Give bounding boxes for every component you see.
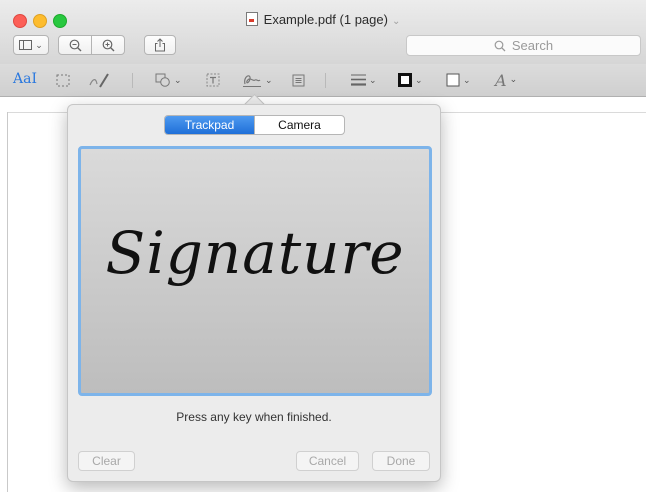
instruction-text: Press any key when finished. [176, 410, 332, 424]
chevron-down-icon: ⌄ [35, 39, 43, 50]
markup-toolbar: AaI ⌄ ⌄ ⌄ ⌄ ⌄ A ⌄ [0, 64, 646, 97]
fill-color-icon [446, 73, 460, 87]
chevron-down-icon: ⌄ [265, 74, 273, 85]
page-left-edge [7, 112, 8, 492]
chevron-down-icon: ⌄ [463, 74, 471, 85]
text-style-tool[interactable]: A ⌄ [495, 70, 518, 90]
signature-drawing-pad[interactable]: Signature [78, 146, 432, 396]
pdf-file-icon [245, 12, 258, 26]
toolbar-divider [132, 73, 133, 88]
window-title: Example.pdf (1 page) [263, 12, 388, 27]
shapes-icon [155, 73, 170, 87]
sidebar-button[interactable]: ⌄ [13, 35, 49, 55]
clear-button[interactable]: Clear [78, 451, 135, 471]
chevron-down-icon: ⌄ [174, 74, 182, 85]
shapes-tool[interactable]: ⌄ [155, 72, 182, 88]
border-color-icon [398, 73, 412, 87]
text-box-icon [206, 73, 220, 87]
chevron-down-icon: ⌄ [391, 16, 401, 27]
zoom-in-icon [102, 39, 114, 51]
chevron-down-icon: ⌄ [509, 75, 518, 85]
sketch-icon [89, 73, 109, 88]
cancel-button[interactable]: Cancel [296, 451, 359, 471]
text-style-icon: A [495, 70, 507, 90]
rect-select-icon [56, 74, 70, 86]
search-icon [494, 40, 506, 51]
note-icon [292, 74, 305, 86]
toolbar-divider [325, 73, 326, 88]
signature-icon [243, 75, 261, 87]
window-title-group[interactable]: Example.pdf (1 page) ⌄ [0, 12, 646, 27]
text-box-tool[interactable] [206, 72, 220, 88]
done-button[interactable]: Done [372, 451, 430, 471]
tab-camera[interactable]: Camera [254, 116, 344, 134]
search-placeholder: Search [511, 38, 554, 53]
signature-text: Signature [105, 219, 405, 287]
signature-tool[interactable]: ⌄ [242, 72, 273, 88]
fill-color-tool[interactable]: ⌄ [446, 72, 471, 88]
zoom-out-button[interactable] [58, 35, 92, 55]
line-style-icon [351, 74, 366, 86]
zoom-in-button[interactable] [91, 35, 125, 55]
tab-trackpad[interactable]: Trackpad [165, 116, 254, 134]
text-selection-tool[interactable]: AaI [13, 71, 37, 87]
zoom-out-icon [69, 39, 81, 51]
capture-mode-tabs: Trackpad Camera [164, 115, 345, 135]
note-tool[interactable] [292, 72, 305, 88]
chevron-down-icon: ⌄ [369, 74, 377, 85]
preview-window: Example.pdf (1 page) ⌄ ⌄ Search AaI ⌄ ⌄ … [0, 0, 646, 492]
search-field[interactable]: Search [406, 35, 641, 56]
signature-popover: Trackpad Camera Signature Press any key … [67, 104, 441, 482]
line-style-tool[interactable]: ⌄ [351, 72, 377, 88]
sidebar-icon [19, 40, 33, 50]
chevron-down-icon: ⌄ [415, 74, 423, 85]
share-icon [155, 38, 165, 52]
title-bar: Example.pdf (1 page) ⌄ ⌄ Search [0, 0, 646, 65]
rect-select-tool[interactable] [56, 72, 70, 88]
border-color-tool[interactable]: ⌄ [398, 72, 423, 88]
sketch-tool[interactable] [88, 72, 116, 88]
share-button[interactable] [144, 35, 176, 55]
